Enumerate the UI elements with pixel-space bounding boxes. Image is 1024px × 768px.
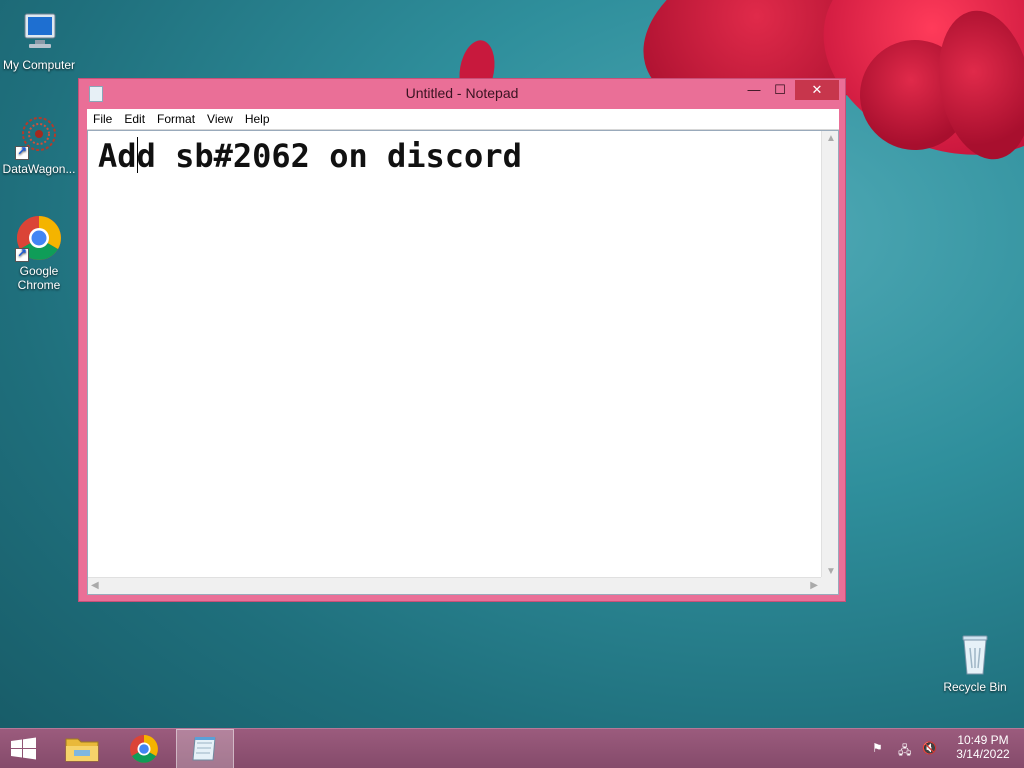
title-bar[interactable]: Untitled - Notepad — ☐ ✕ [79, 79, 845, 109]
clock-time: 10:49 PM [957, 733, 1009, 747]
menu-file[interactable]: File [87, 109, 118, 129]
desktop-icon-google-chrome[interactable]: Google Chrome [0, 214, 78, 292]
recycle-bin-icon [951, 630, 999, 678]
shortcut-arrow-icon [15, 246, 29, 262]
desktop-icon-label: Google Chrome [17, 264, 61, 292]
taskbar: ⚑ 🖧 🔇 10:49 PM 3/14/2022 [0, 728, 1024, 768]
notepad-window: Untitled - Notepad — ☐ ✕ File Edit Format V… [78, 78, 846, 602]
system-clock[interactable]: 10:49 PM 3/14/2022 [950, 733, 1016, 761]
computer-icon [15, 8, 63, 56]
volume-muted-icon[interactable]: 🔇 [922, 741, 937, 755]
size-grip[interactable] [821, 577, 838, 594]
desktop-icon-label: DataWagon... [2, 162, 76, 176]
minimize-button[interactable]: — [741, 80, 767, 100]
text-caret [137, 137, 138, 173]
close-button[interactable]: ✕ [795, 80, 839, 100]
clock-date: 3/14/2022 [956, 747, 1010, 761]
desktop-icon-label: My Computer [2, 58, 76, 72]
notepad-icon [192, 737, 216, 761]
taskbar-file-explorer[interactable] [54, 729, 110, 768]
scroll-up-arrow-icon[interactable]: ▲ [826, 133, 836, 144]
desktop-icon-my-computer[interactable]: My Computer [0, 8, 78, 72]
menu-edit[interactable]: Edit [118, 109, 151, 129]
chrome-icon [130, 735, 158, 763]
desktop-icon-label: Recycle Bin [943, 680, 1007, 694]
maximize-button[interactable]: ☐ [767, 80, 793, 100]
windows-logo-icon [11, 737, 36, 760]
desktop-icon-datawagon[interactable]: DataWagon... [0, 112, 78, 176]
window-title: Untitled - Notepad [405, 85, 519, 101]
horizontal-scrollbar[interactable]: ◀ ▶ [88, 577, 821, 594]
shortcut-arrow-icon [15, 144, 29, 160]
vertical-scrollbar[interactable]: ▲ ▼ [821, 131, 838, 579]
menu-view[interactable]: View [201, 109, 239, 129]
network-icon[interactable]: 🖧 [898, 741, 911, 762]
datawagon-icon [15, 112, 63, 160]
folder-icon [65, 738, 99, 762]
taskbar-notepad[interactable] [176, 729, 234, 768]
desktop-icon-recycle-bin[interactable]: Recycle Bin [936, 630, 1014, 694]
scroll-right-arrow-icon[interactable]: ▶ [810, 580, 818, 591]
text-editor[interactable]: Add sb#2062 on discord ▲ ▼ ◀ ▶ [87, 130, 839, 595]
start-button[interactable] [0, 729, 48, 768]
menu-format[interactable]: Format [151, 109, 201, 129]
menu-help[interactable]: Help [239, 109, 276, 129]
menu-bar: File Edit Format View Help [87, 109, 839, 130]
chrome-icon [15, 214, 63, 262]
action-center-flag-icon[interactable]: ⚑ [872, 741, 883, 755]
scroll-down-arrow-icon[interactable]: ▼ [826, 566, 836, 577]
editor-text[interactable]: Add sb#2062 on discord [98, 137, 522, 175]
scroll-left-arrow-icon[interactable]: ◀ [91, 580, 99, 591]
taskbar-chrome[interactable] [116, 729, 172, 768]
